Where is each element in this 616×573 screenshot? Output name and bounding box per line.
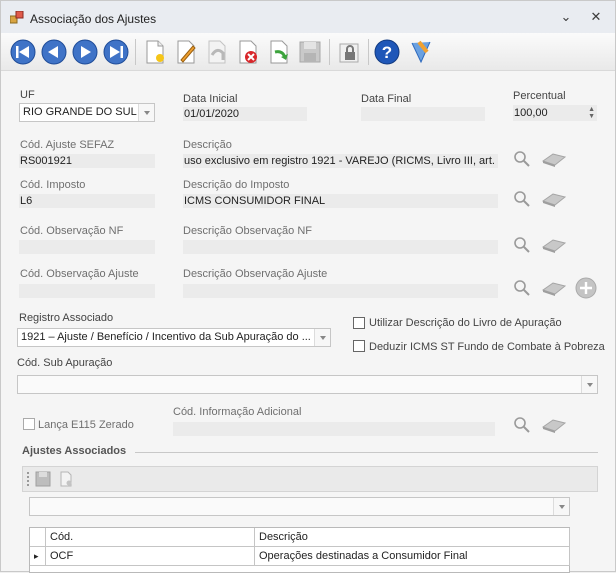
desc-obs-nf-field[interactable]	[183, 240, 498, 254]
data-final-label: Data Final	[361, 93, 412, 105]
cod-info-field[interactable]	[173, 422, 495, 436]
undo-icon[interactable]	[203, 38, 231, 66]
uf-select[interactable]: RIO GRANDE DO SUL	[19, 103, 155, 122]
help-icon[interactable]: ?	[373, 38, 401, 66]
next-record-icon[interactable]	[71, 38, 99, 66]
toolbar-separator	[368, 39, 369, 65]
save-small-icon[interactable]	[35, 471, 51, 490]
first-record-icon[interactable]	[9, 38, 37, 66]
chevron-down-icon[interactable]	[581, 376, 597, 393]
search-icon[interactable]	[512, 190, 532, 208]
registro-select[interactable]: 1921 – Ajuste / Benefício / Incentivo da…	[17, 328, 331, 347]
eraser-icon[interactable]	[541, 416, 567, 434]
group-divider	[135, 452, 598, 453]
app-icon	[9, 10, 24, 24]
cod-obs-nf-label: Cód. Observação NF	[20, 225, 124, 237]
search-icon[interactable]	[512, 416, 532, 434]
eraser-icon[interactable]	[541, 279, 567, 297]
column-header-cod[interactable]: Cód.	[46, 528, 255, 547]
descricao-label: Descrição	[183, 139, 232, 151]
sub-apuracao-label: Cód. Sub Apuração	[17, 357, 113, 369]
close-button[interactable]: ✕	[587, 9, 605, 25]
new-small-icon[interactable]	[58, 471, 74, 490]
data-final-field[interactable]	[361, 107, 485, 121]
row-indicator-icon[interactable]: ▸	[30, 547, 46, 566]
search-icon[interactable]	[512, 236, 532, 254]
eraser-icon[interactable]	[541, 190, 567, 208]
spinner-arrows-icon[interactable]: ▲ ▼	[588, 106, 595, 120]
main-window: Associação dos Ajustes ⌄ ✕ ? UF RIO GRAN…	[0, 0, 616, 573]
table-row-cod[interactable]: OCF	[46, 547, 255, 566]
toolbar: ?	[1, 33, 615, 71]
svg-text:?: ?	[382, 43, 392, 62]
cod-obs-nf-field[interactable]	[19, 240, 155, 254]
uf-value: RIO GRANDE DO SUL	[23, 106, 137, 118]
new-document-icon[interactable]	[141, 38, 169, 66]
window-title: Associação dos Ajustes	[30, 12, 157, 26]
uf-label: UF	[20, 89, 35, 101]
ajustes-grid: Cód. Descrição ▸ OCF Operações destinada…	[29, 527, 570, 573]
lanca-e115-checkbox[interactable]	[23, 418, 35, 430]
percentual-field[interactable]: 100,00 ▲ ▼	[513, 105, 597, 121]
save-disk-icon[interactable]	[296, 38, 324, 66]
grid-corner	[30, 528, 46, 547]
desc-obs-ajuste-label: Descrição Observação Ajuste	[183, 268, 328, 280]
registro-label: Registro Associado	[19, 312, 114, 324]
data-inicial-field[interactable]: 01/01/2020	[183, 107, 307, 121]
cod-obs-ajuste-field[interactable]	[19, 284, 155, 298]
cod-ajuste-label: Cód. Ajuste SEFAZ	[20, 139, 115, 151]
chevron-down-icon[interactable]	[314, 329, 330, 346]
utilizar-descricao-label: Utilizar Descrição do Livro de Apuração	[369, 317, 562, 329]
deduzir-label: Deduzir ICMS ST Fundo de Combate à Pobre…	[369, 341, 605, 353]
percentual-value: 100,00	[514, 107, 548, 119]
desc-obs-nf-label: Descrição Observação NF	[183, 225, 312, 237]
previous-record-icon[interactable]	[40, 38, 68, 66]
toolbar-separator	[135, 39, 136, 65]
deduzir-checkbox[interactable]	[353, 340, 365, 352]
descricao-field[interactable]: uso exclusivo em registro 1921 - VAREJO …	[183, 154, 498, 168]
last-record-icon[interactable]	[102, 38, 130, 66]
minimize-button[interactable]: ⌄	[557, 9, 575, 25]
chevron-down-icon[interactable]	[553, 498, 569, 515]
title-bar: Associação dos Ajustes ⌄ ✕	[1, 1, 615, 33]
search-icon[interactable]	[512, 279, 532, 297]
desc-obs-ajuste-field[interactable]	[183, 284, 498, 298]
cod-ajuste-field[interactable]: RS001921	[19, 154, 155, 168]
grip-handle[interactable]	[27, 472, 29, 486]
tools-icon[interactable]	[407, 38, 435, 66]
column-header-descricao[interactable]: Descrição	[255, 528, 570, 547]
delete-icon[interactable]	[234, 38, 262, 66]
cod-imposto-field[interactable]: L6	[19, 194, 155, 208]
eraser-icon[interactable]	[541, 236, 567, 254]
cod-info-label: Cód. Informação Adicional	[173, 406, 302, 418]
toolbar-separator	[329, 39, 330, 65]
ajustes-toolbar	[22, 466, 598, 492]
table-row-descricao[interactable]: Operações destinadas a Consumidor Final	[255, 547, 570, 566]
lock-icon[interactable]	[335, 38, 363, 66]
cod-obs-ajuste-label: Cód. Observação Ajuste	[20, 268, 139, 280]
ajustes-filter-select[interactable]	[29, 497, 570, 516]
percentual-label: Percentual	[513, 90, 566, 102]
add-icon[interactable]	[574, 276, 598, 300]
chevron-down-icon[interactable]	[138, 104, 154, 121]
lanca-e115-label: Lança E115 Zerado	[38, 419, 134, 431]
ajustes-title: Ajustes Associados	[22, 445, 127, 457]
registro-value: 1921 – Ajuste / Benefício / Incentivo da…	[21, 331, 311, 343]
data-inicial-label: Data Inicial	[183, 93, 238, 105]
desc-imposto-field[interactable]: ICMS CONSUMIDOR FINAL	[183, 194, 498, 208]
confirm-icon[interactable]	[265, 38, 293, 66]
edit-pencil-icon[interactable]	[172, 38, 200, 66]
sub-apuracao-select[interactable]	[17, 375, 598, 394]
search-icon[interactable]	[512, 150, 532, 168]
eraser-icon[interactable]	[541, 150, 567, 168]
cod-imposto-label: Cód. Imposto	[20, 179, 86, 191]
utilizar-descricao-checkbox[interactable]	[353, 317, 365, 329]
desc-imposto-label: Descrição do Imposto	[183, 179, 290, 191]
